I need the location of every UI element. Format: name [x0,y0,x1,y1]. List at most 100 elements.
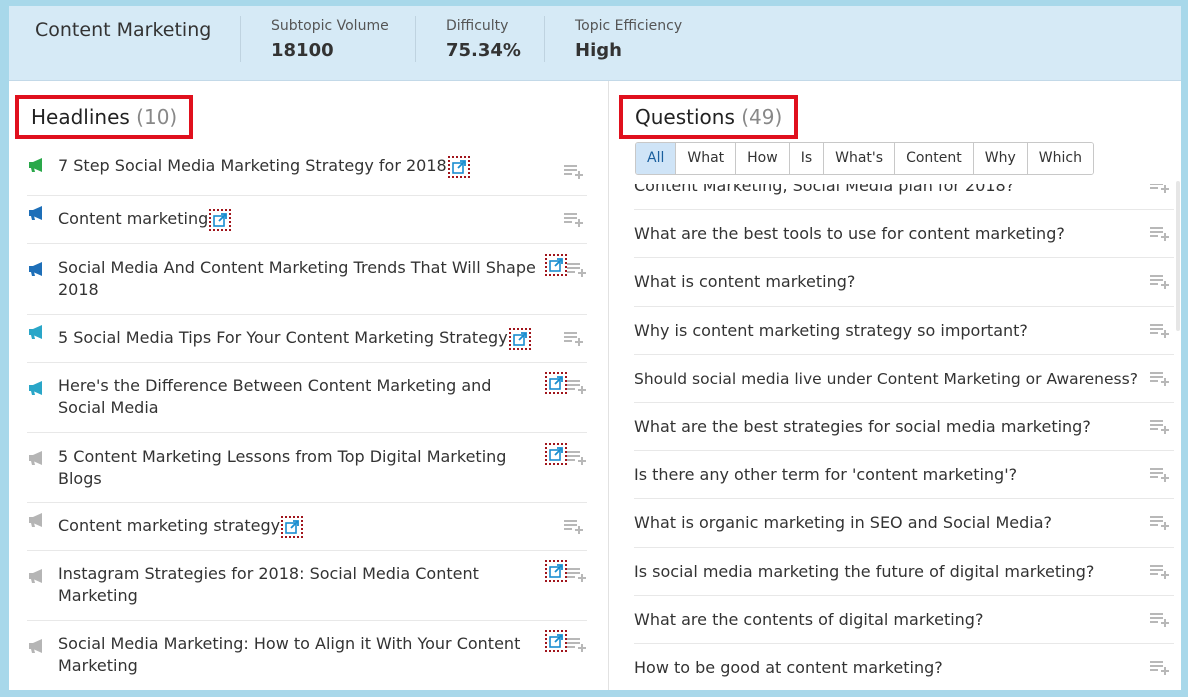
external-link-icon[interactable] [545,443,567,465]
add-to-list-icon[interactable] [567,567,587,582]
add-to-list-icon[interactable] [1150,612,1170,627]
add-to-list-icon[interactable] [564,519,584,534]
questions-heading: Questions (49) [619,95,799,139]
headlines-title: Headlines [31,105,130,129]
topic-header: Content Marketing Subtopic Volume 18100 … [9,6,1181,81]
headline-row[interactable]: Content marketing [27,196,587,244]
external-link-icon[interactable] [545,372,567,394]
questions-list: Content Marketing, Social Media plan for… [634,184,1174,690]
tab-how[interactable]: How [736,143,790,174]
add-to-list-icon[interactable] [1150,274,1170,290]
add-to-list-icon[interactable] [1150,371,1170,386]
question-row[interactable]: How to be good at content marketing? [634,644,1174,690]
question-text[interactable]: Why is content marketing strategy so imp… [634,321,1028,340]
external-link-icon[interactable] [281,515,304,538]
questions-column: Questions (49) All What How Is What's Co… [610,81,1181,690]
metric-value: 75.34% [446,40,521,61]
tab-which[interactable]: Which [1027,143,1093,174]
headlines-column: Headlines (10) 7 Step Social Media Marke… [9,81,609,690]
add-to-list-icon[interactable] [1150,660,1170,675]
metric-label: Subtopic Volume [271,18,389,34]
headline-row[interactable]: 5 Content Marketing Lessons from Top Dig… [27,433,587,503]
scrollbar-thumb[interactable] [1176,181,1180,331]
question-row[interactable]: Is social media marketing the future of … [634,548,1174,596]
headlines-count: (10) [136,105,178,129]
question-text[interactable]: Is there any other term for 'content mar… [634,465,1017,484]
questions-scroll-area[interactable]: Content Marketing, Social Media plan for… [634,184,1174,690]
megaphone-icon [29,569,42,583]
tab-why[interactable]: Why [973,143,1028,174]
headline-text[interactable]: 5 Content Marketing Lessons from Top Dig… [58,433,538,490]
divider [544,16,545,62]
question-row[interactable]: What is content marketing? [634,258,1174,307]
external-link-icon[interactable] [545,254,567,276]
question-row[interactable]: What are the best tools to use for conte… [634,210,1174,259]
headline-text[interactable]: 5 Social Media Tips For Your Content Mar… [58,328,508,347]
headline-row[interactable]: 5 Social Media Tips For Your Content Mar… [27,315,587,363]
external-link-icon[interactable] [545,560,567,582]
tab-content[interactable]: Content [895,143,974,174]
headline-row[interactable]: Here's the Difference Between Content Ma… [27,363,587,433]
add-to-list-icon[interactable] [1150,515,1170,531]
add-to-list-icon[interactable] [567,637,587,652]
question-row[interactable]: What are the contents of digital marketi… [634,596,1174,644]
headline-text[interactable]: 7 Step Social Media Marketing Strategy f… [58,156,447,175]
headline-text[interactable]: Instagram Strategies for 2018: Social Me… [58,551,538,607]
add-to-list-icon[interactable] [1150,184,1170,193]
external-link-icon[interactable] [447,155,470,178]
add-to-list-icon[interactable] [567,262,587,277]
question-row[interactable]: What is organic marketing in SEO and Soc… [634,499,1174,548]
question-text[interactable]: Is social media marketing the future of … [634,562,1094,581]
tab-what[interactable]: What [676,143,737,174]
tab-is[interactable]: Is [789,143,825,174]
question-text[interactable]: Content Marketing, Social Media plan for… [634,184,1014,195]
add-to-list-icon[interactable] [564,331,584,346]
megaphone-icon [29,158,42,172]
headline-text[interactable]: Social Media And Content Marketing Trend… [58,244,538,301]
headline-row[interactable]: Content marketing strategy [27,503,587,551]
question-text[interactable]: What is content marketing? [634,272,855,291]
question-text[interactable]: What are the contents of digital marketi… [634,610,983,629]
question-row[interactable]: Content Marketing, Social Media plan for… [634,184,1174,211]
questions-count: (49) [741,105,783,129]
headline-text[interactable]: Content marketing [58,209,208,228]
add-to-list-icon[interactable] [1150,467,1170,483]
headlines-heading: Headlines (10) [15,95,194,139]
questions-title: Questions [635,105,735,129]
add-to-list-icon[interactable] [1150,226,1170,242]
add-to-list-icon[interactable] [564,164,584,179]
tab-whats[interactable]: What's [824,143,896,174]
tab-all[interactable]: All [636,143,677,174]
headline-row[interactable]: Social Media And Content Marketing Trend… [27,244,587,315]
external-link-icon[interactable] [545,630,567,652]
metric-topic-efficiency: Topic Efficiency High [575,17,682,62]
question-text[interactable]: How to be good at content marketing? [634,658,943,677]
divider [415,16,416,62]
metric-difficulty: Difficulty 75.34% [446,17,521,62]
headline-text[interactable]: Content marketing strategy [58,516,280,535]
add-to-list-icon[interactable] [1150,419,1170,434]
headline-text[interactable]: Social Media Marketing: How to Align it … [58,621,538,677]
headline-text[interactable]: Here's the Difference Between Content Ma… [58,363,538,419]
content-marketing-panel: Content Marketing Subtopic Volume 18100 … [9,6,1181,690]
add-to-list-icon[interactable] [567,450,587,465]
headline-row[interactable]: 7 Step Social Media Marketing Strategy f… [27,148,587,196]
external-link-icon[interactable] [209,208,232,231]
add-to-list-icon[interactable] [564,212,584,227]
external-link-icon[interactable] [508,327,531,350]
add-to-list-icon[interactable] [1150,323,1170,338]
question-row[interactable]: Why is content marketing strategy so imp… [634,307,1174,355]
question-text[interactable]: Should social media live under Content M… [634,370,1138,388]
headline-row[interactable]: Instagram Strategies for 2018: Social Me… [27,551,587,621]
question-text[interactable]: What are the best strategies for social … [634,417,1091,436]
add-to-list-icon[interactable] [1150,564,1170,579]
question-row[interactable]: Is there any other term for 'content mar… [634,451,1174,500]
question-text[interactable]: What is organic marketing in SEO and Soc… [634,513,1052,532]
question-row[interactable]: Should social media live under Content M… [634,355,1174,403]
question-row[interactable]: What are the best strategies for social … [634,403,1174,452]
headline-row[interactable]: Social Media Marketing: How to Align it … [27,621,587,690]
question-text[interactable]: What are the best tools to use for conte… [634,224,1065,243]
add-to-list-icon[interactable] [567,379,587,394]
metric-label: Topic Efficiency [575,18,683,34]
topic-title: Content Marketing [35,19,212,41]
